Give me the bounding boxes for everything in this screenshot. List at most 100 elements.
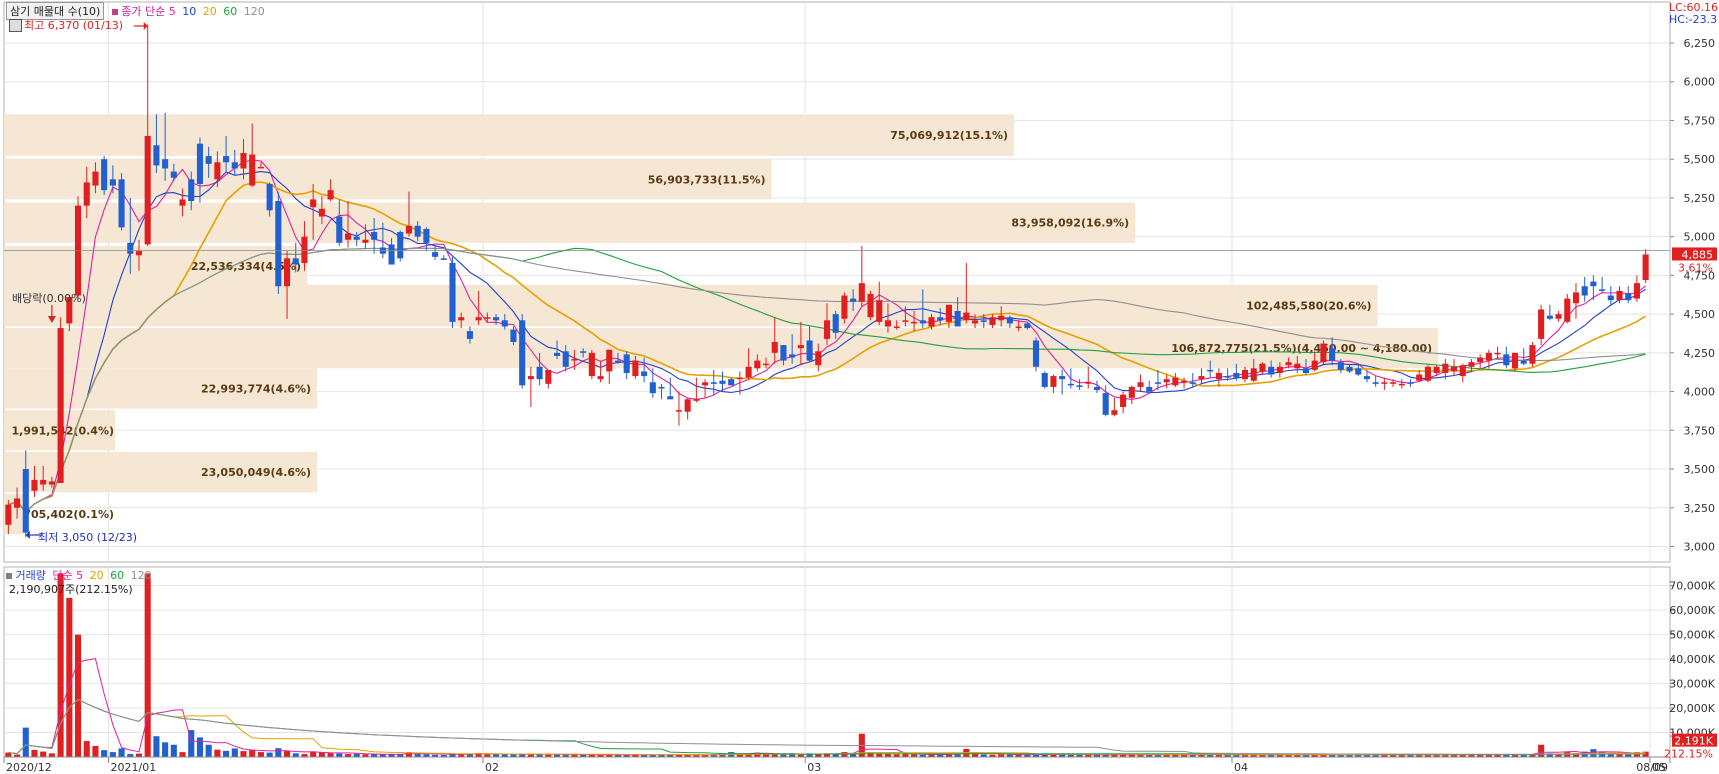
candle-body[interactable] (1146, 386, 1153, 392)
candle-body[interactable] (205, 156, 212, 164)
candle-body[interactable] (519, 320, 526, 386)
volume-bar[interactable] (196, 737, 204, 757)
volume-bar[interactable] (266, 752, 273, 757)
candle-body[interactable] (832, 314, 839, 333)
candle-body[interactable] (101, 159, 108, 191)
candle-body[interactable] (109, 179, 116, 186)
candle-body[interactable] (118, 179, 125, 228)
volume-bar[interactable] (1538, 744, 1545, 757)
candle-body[interactable] (1015, 326, 1022, 329)
volume-bar[interactable] (153, 736, 160, 757)
candle-body[interactable] (135, 250, 143, 256)
candle-body[interactable] (1555, 314, 1562, 319)
candle-body[interactable] (780, 345, 787, 361)
candle-body[interactable] (1093, 386, 1101, 391)
candle-body[interactable] (1407, 382, 1414, 384)
candle-body[interactable] (1459, 365, 1466, 377)
candle-body[interactable] (806, 340, 813, 361)
candle-body[interactable] (188, 179, 195, 202)
candle-body[interactable] (702, 382, 709, 386)
candle-body[interactable] (414, 225, 421, 237)
candle-body[interactable] (371, 232, 378, 240)
candle-body[interactable] (1503, 354, 1510, 366)
candle-body[interactable] (127, 242, 134, 254)
candle-body[interactable] (40, 479, 47, 485)
candle-body[interactable] (1442, 363, 1449, 373)
candle-body[interactable] (1363, 376, 1371, 380)
candle-body[interactable] (762, 363, 770, 366)
candle-body[interactable] (57, 328, 64, 483)
candle-body[interactable] (1355, 368, 1362, 375)
candle-body[interactable] (1433, 366, 1440, 373)
volume-bar[interactable] (205, 744, 212, 757)
candle-body[interactable] (841, 295, 848, 319)
candle-body[interactable] (1285, 362, 1292, 366)
candle-body[interactable] (1520, 360, 1527, 364)
volume-bar[interactable] (231, 748, 238, 757)
candle-body[interactable] (954, 311, 961, 327)
candle-body[interactable] (1006, 317, 1013, 324)
candle-body[interactable] (475, 317, 482, 321)
volume-bar[interactable] (74, 634, 82, 757)
volume-bar[interactable] (48, 753, 55, 757)
candle-body[interactable] (693, 399, 700, 401)
candle-body[interactable] (928, 317, 935, 327)
candle-body[interactable] (327, 190, 334, 200)
candle-body[interactable] (745, 366, 752, 378)
candle-body[interactable] (1233, 372, 1240, 378)
candle-body[interactable] (1372, 382, 1379, 384)
candle-body[interactable] (858, 283, 865, 302)
candle-body[interactable] (641, 371, 648, 377)
candle-body[interactable] (815, 351, 822, 366)
candle-body[interactable] (1398, 383, 1405, 386)
candle-body[interactable] (1477, 357, 1484, 363)
candle-body[interactable] (1059, 376, 1066, 380)
candle-body[interactable] (1198, 376, 1205, 380)
candle-body[interactable] (458, 317, 465, 321)
candle-body[interactable] (1329, 348, 1336, 361)
candle-body[interactable] (22, 469, 29, 533)
candle-body[interactable] (1215, 372, 1222, 380)
candle-body[interactable] (606, 349, 613, 372)
candle-body[interactable] (1625, 293, 1632, 301)
candle-body[interactable] (580, 351, 587, 353)
candle-body[interactable] (527, 376, 534, 380)
candle-body[interactable] (1163, 379, 1170, 383)
candle-body[interactable] (1041, 372, 1048, 387)
candle-body[interactable] (231, 162, 238, 169)
candle-body[interactable] (998, 315, 1005, 321)
candle-body[interactable] (162, 159, 169, 169)
candle-body[interactable] (623, 354, 630, 373)
candle-body[interactable] (902, 320, 909, 322)
candle-body[interactable] (658, 386, 665, 389)
candle-body[interactable] (823, 320, 831, 339)
volume-bar[interactable] (214, 749, 221, 757)
candle-body[interactable] (911, 321, 918, 324)
candle-body[interactable] (153, 145, 160, 166)
candle-body[interactable] (249, 154, 256, 186)
candle-body[interactable] (432, 252, 439, 257)
candle-body[interactable] (945, 304, 952, 322)
candle-body[interactable] (440, 258, 447, 260)
candle-body[interactable] (1024, 323, 1031, 329)
candle-body[interactable] (937, 317, 944, 321)
volume-bar[interactable] (257, 752, 264, 757)
candle-body[interactable] (789, 354, 796, 358)
candle-body[interactable] (1616, 290, 1623, 301)
candle-body[interactable] (1276, 366, 1283, 373)
candle-body[interactable] (1494, 352, 1501, 355)
volume-bar[interactable] (275, 748, 282, 757)
candle-body[interactable] (1076, 385, 1083, 387)
candle-body[interactable] (336, 216, 343, 243)
volume-bar[interactable] (31, 749, 38, 757)
candle-body[interactable] (1529, 345, 1536, 364)
candle-body[interactable] (1381, 382, 1388, 384)
candle-body[interactable] (632, 360, 639, 377)
candle-body[interactable] (397, 232, 404, 259)
candle-body[interactable] (1642, 254, 1649, 281)
volume-bar[interactable] (179, 752, 186, 757)
candle-body[interactable] (362, 239, 369, 243)
candle-body[interactable] (449, 262, 456, 322)
candle-body[interactable] (1337, 362, 1344, 370)
volume-bar[interactable] (40, 751, 47, 757)
